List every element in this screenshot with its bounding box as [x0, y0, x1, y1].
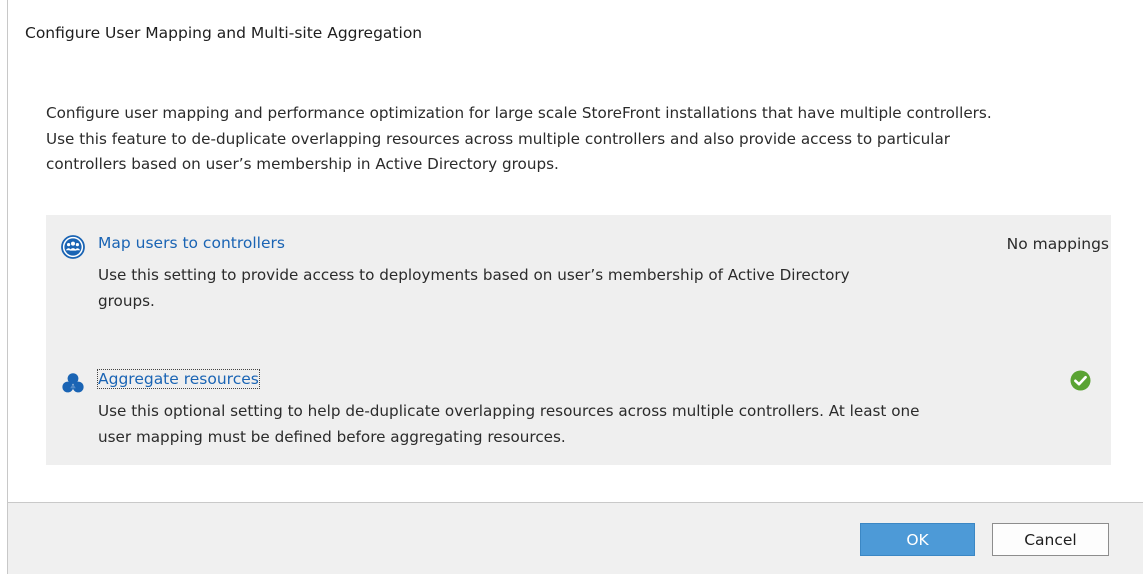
aggregate-description-line: Use this optional setting to help de-dup…: [98, 402, 920, 420]
aggregate-resources-link[interactable]: Aggregate resources: [97, 369, 260, 389]
configure-user-mapping-dialog: Configure User Mapping and Multi-site Ag…: [7, 0, 1143, 574]
dialog-footer: OK Cancel: [8, 503, 1143, 574]
options-panel: Map users to controllers Use this settin…: [46, 215, 1111, 465]
ok-button[interactable]: OK: [860, 523, 975, 556]
dialog-description: Configure user mapping and performance o…: [46, 101, 1126, 178]
map-users-description: Use this setting to provide access to de…: [98, 263, 958, 314]
description-line: Configure user mapping and performance o…: [46, 104, 992, 122]
cancel-button[interactable]: Cancel: [992, 523, 1109, 556]
aggregate-resources-description: Use this optional setting to help de-dup…: [98, 399, 958, 450]
dialog-title: Configure User Mapping and Multi-site Ag…: [25, 24, 423, 42]
description-line: controllers based on user’s membership i…: [46, 155, 559, 173]
map-users-description-line: Use this setting to provide access to de…: [98, 266, 850, 284]
description-line: Use this feature to de-duplicate overlap…: [46, 129, 951, 148]
check-icon: [1070, 370, 1091, 391]
map-users-description-line: groups.: [98, 291, 155, 310]
mapping-status: No mappings: [1006, 235, 1109, 253]
aggregate-resources-icon: [62, 373, 84, 393]
map-users-to-controllers-link[interactable]: Map users to controllers: [98, 234, 285, 252]
aggregate-description-line: user mapping must be defined before aggr…: [98, 427, 566, 446]
user-group-icon: [61, 235, 85, 259]
